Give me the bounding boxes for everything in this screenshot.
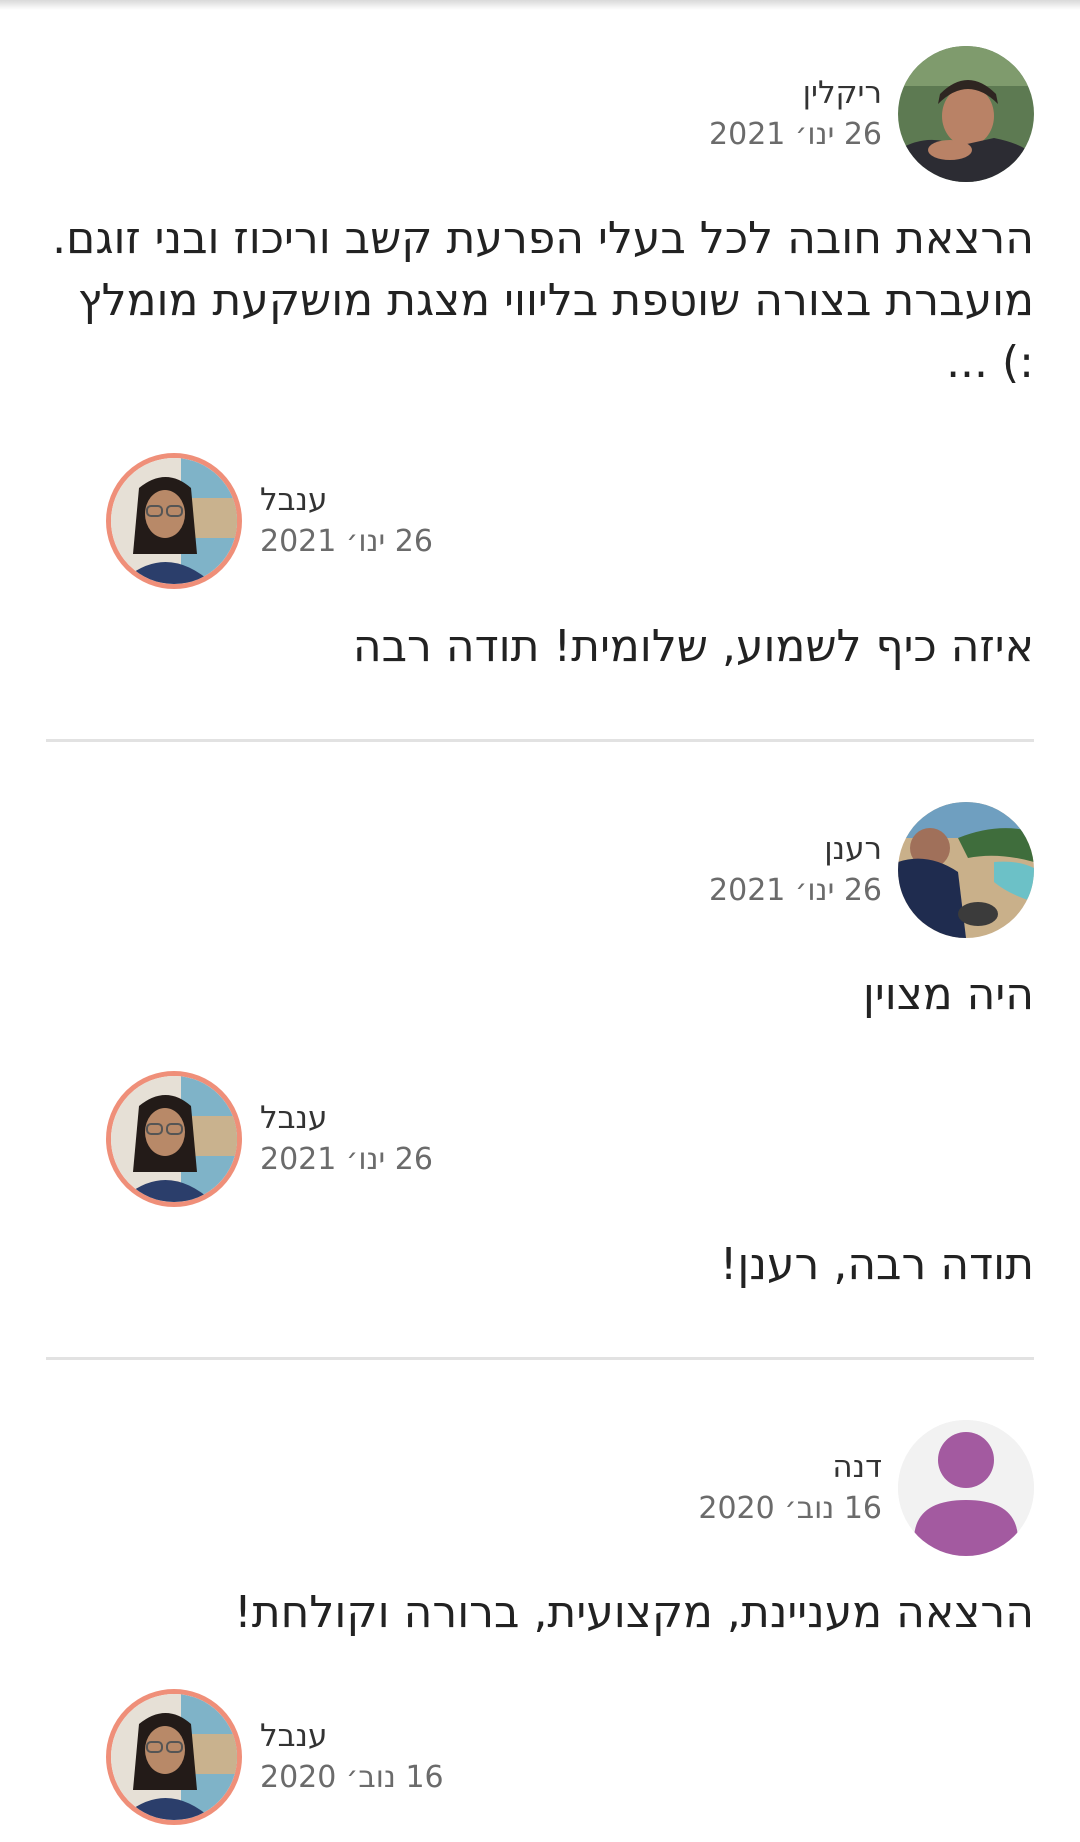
reply-date: 26 ינו׳ 2021 [260,524,433,559]
owner-avatar[interactable] [106,453,242,589]
owner-name[interactable]: ענבל [260,479,433,521]
owner-photo-avatar-icon [111,458,237,584]
owner-name[interactable]: ענבל [260,1715,444,1757]
user-avatar[interactable] [898,802,1034,938]
review-header: דנה 16 נוב׳ 2020 [698,1420,1034,1556]
user-avatar[interactable] [898,1420,1034,1556]
owner-photo-avatar-icon [111,1694,237,1820]
review-text: הרצאת חובה לכל בעלי הפרעת קשב וריכוז ובנ… [52,213,1034,388]
review-meta: רענן 26 ינו׳ 2021 [709,828,882,912]
owner-avatar[interactable] [106,1071,242,1207]
review-meta: ריקלין 26 ינו׳ 2021 [709,72,882,156]
reply-date: 26 ינו׳ 2021 [260,1142,433,1177]
author-name[interactable]: דנה [698,1446,882,1488]
reply-date: 16 נוב׳ 2020 [260,1760,444,1795]
reply-text: תודה רבה, רענן! [719,1239,1034,1290]
review-header: רענן 26 ינו׳ 2021 [709,802,1034,938]
divider [46,739,1034,742]
review-meta: דנה 16 נוב׳ 2020 [698,1446,882,1530]
owner-photo-avatar-icon [111,1076,237,1202]
reply-header: ענבל 26 ינו׳ 2021 [106,453,433,589]
user-photo-avatar-icon [898,46,1034,182]
post-date: 16 נוב׳ 2020 [698,1491,882,1526]
divider [46,1357,1034,1360]
reply-meta: ענבל 26 ינו׳ 2021 [260,479,433,563]
reply-text: איזה כיף לשמוע, שלומית! תודה רבה [352,621,1034,672]
post-date: 26 ינו׳ 2021 [709,873,882,908]
user-avatar[interactable] [898,46,1034,182]
author-name[interactable]: ריקלין [709,72,882,114]
reply-header: ענבל 26 ינו׳ 2021 [106,1071,433,1207]
user-photo-avatar-icon [898,802,1034,938]
default-person-icon [898,1420,1034,1556]
reply-header: ענבל 16 נוב׳ 2020 [106,1689,444,1825]
owner-name[interactable]: ענבל [260,1097,433,1139]
author-name[interactable]: רענן [709,828,882,870]
post-date: 26 ינו׳ 2021 [709,117,882,152]
review-text: הרצאה מעניינת, מקצועית, ברורה וקולחת! [234,1587,1034,1638]
review-header: ריקלין 26 ינו׳ 2021 [709,46,1034,182]
reply-meta: ענבל 16 נוב׳ 2020 [260,1715,444,1799]
reply-meta: ענבל 26 ינו׳ 2021 [260,1097,433,1181]
owner-avatar[interactable] [106,1689,242,1825]
review-text: היה מצוין [862,969,1034,1020]
top-shadow [0,0,1080,10]
